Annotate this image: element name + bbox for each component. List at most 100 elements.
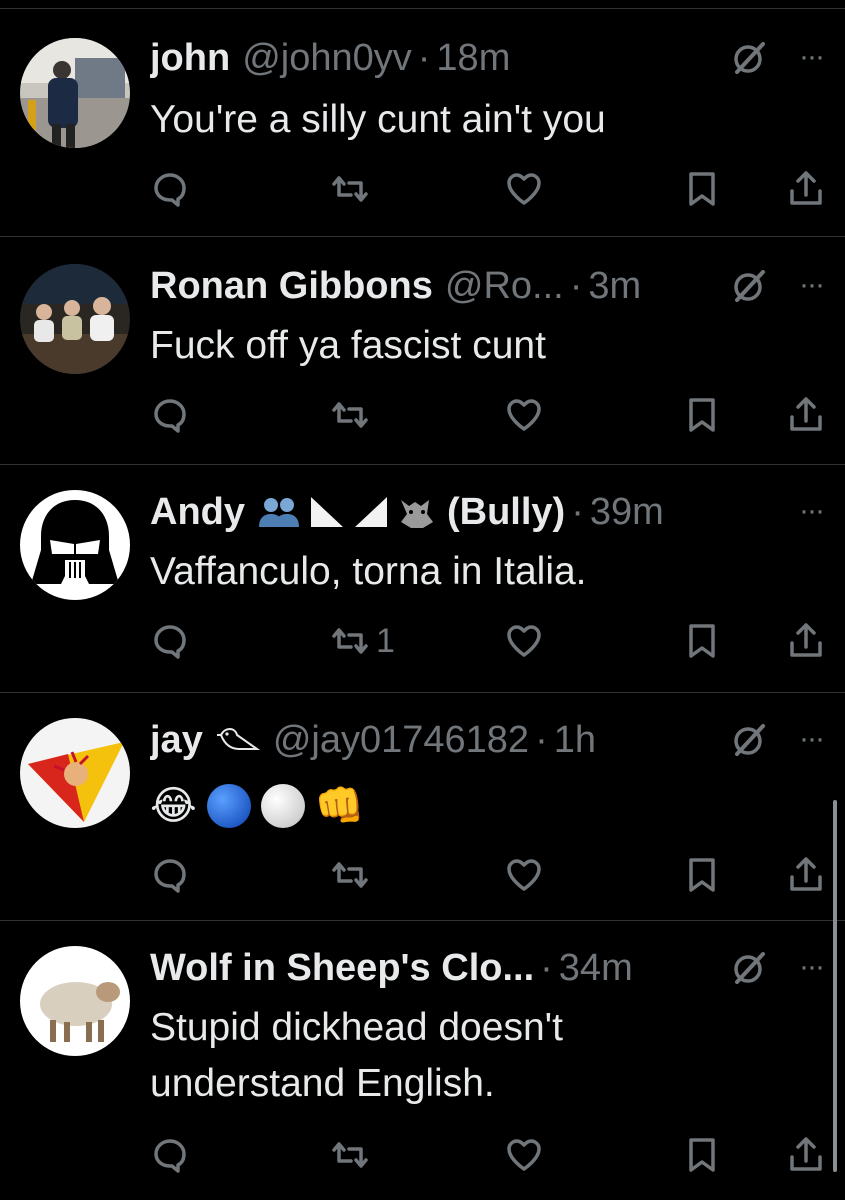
bookmark-button[interactable]: [682, 392, 722, 438]
reply-icon: [154, 399, 186, 433]
tweet-divider: [0, 236, 845, 237]
share-icon: [790, 397, 822, 431]
triangle-right-icon: [355, 497, 387, 527]
reply-button[interactable]: [150, 1132, 190, 1178]
reply-button[interactable]: [150, 166, 190, 212]
reply-button[interactable]: [150, 852, 190, 898]
bookmark-icon: [689, 172, 715, 206]
share-button[interactable]: [786, 618, 826, 664]
tweet-text-line: understand English.: [150, 1062, 495, 1105]
tweet-header: john @john0yv · 18m: [150, 36, 725, 80]
reply-tweet[interactable]: jay @jay01746182 · 1h ··· 😂 👊: [0, 718, 845, 918]
bookmark-button[interactable]: [682, 618, 722, 664]
bookmark-button[interactable]: [682, 852, 722, 898]
display-name[interactable]: john: [150, 37, 230, 80]
avatar[interactable]: [20, 946, 130, 1056]
reply-tweet[interactable]: Andy (Bully) · 39m ··· Vaffanculo, torna…: [0, 490, 845, 690]
reply-tweet[interactable]: Ronan Gibbons @Ro... · 3m ··· Fuck off y…: [0, 264, 845, 464]
display-name[interactable]: jay: [150, 719, 203, 762]
action-bar: [150, 1132, 825, 1178]
display-name[interactable]: Andy: [150, 491, 245, 534]
action-bar: [150, 392, 825, 438]
scrollbar[interactable]: [833, 800, 837, 1172]
timestamp[interactable]: 1h: [554, 719, 596, 762]
like-button[interactable]: [504, 166, 544, 212]
like-button[interactable]: [504, 392, 544, 438]
reply-tweet[interactable]: john @john0yv · 18m ··· You're a silly c…: [0, 36, 845, 236]
like-button[interactable]: [504, 852, 544, 898]
heart-icon: [507, 173, 541, 205]
bird-emoji-badge: [215, 723, 261, 757]
retweet-button[interactable]: [330, 166, 376, 212]
reply-button[interactable]: [150, 392, 190, 438]
timestamp[interactable]: 3m: [588, 265, 641, 308]
share-icon: [790, 857, 822, 891]
tweet-text: Vaffanculo, torna in Italia.: [150, 550, 587, 593]
bookmark-icon: [689, 624, 715, 658]
like-button[interactable]: [504, 618, 544, 664]
retweet-button[interactable]: [330, 852, 376, 898]
share-button[interactable]: [786, 166, 826, 212]
retweet-icon: [332, 176, 368, 202]
separator-dot: ·: [569, 264, 583, 307]
reply-icon: [154, 173, 186, 207]
retweet-button[interactable]: 1: [330, 618, 395, 664]
avatar[interactable]: [20, 490, 130, 600]
retweet-icon: [332, 1142, 368, 1168]
like-button[interactable]: [504, 1132, 544, 1178]
tweet-text: You're a silly cunt ain't you: [150, 98, 606, 141]
grok-icon[interactable]: [731, 950, 767, 986]
share-button[interactable]: [786, 392, 826, 438]
tweet-header: Wolf in Sheep's Clo... · 34m: [150, 946, 725, 990]
avatar[interactable]: [20, 38, 130, 148]
share-icon: [790, 171, 822, 205]
action-bar: [150, 166, 825, 212]
tweet-text: Fuck off ya fascist cunt: [150, 324, 546, 367]
handle[interactable]: @jay01746182: [273, 719, 529, 762]
reply-tweet[interactable]: Wolf in Sheep's Clo... · 34m ··· Stupid …: [0, 946, 845, 1200]
bookmark-icon: [689, 1138, 715, 1172]
grok-icon[interactable]: [731, 40, 767, 76]
heart-icon: [507, 625, 541, 657]
bookmark-button[interactable]: [682, 1132, 722, 1178]
reply-button[interactable]: [150, 618, 190, 664]
tweet-text-line: Stupid dickhead doesn't: [150, 1006, 563, 1049]
tweet-divider: [0, 464, 845, 465]
display-name[interactable]: Wolf in Sheep's Clo...: [150, 947, 534, 990]
bookmark-button[interactable]: [682, 166, 722, 212]
more-options-button[interactable]: ···: [799, 270, 825, 300]
action-bar: 1: [150, 618, 825, 664]
timestamp[interactable]: 39m: [590, 491, 664, 534]
share-button[interactable]: [786, 1132, 826, 1178]
retweet-button[interactable]: [330, 392, 376, 438]
reply-icon: [154, 859, 186, 893]
reply-icon: [154, 625, 186, 659]
laughing-emoji: 😂: [150, 784, 197, 828]
handle[interactable]: @john0yv: [242, 37, 412, 80]
more-options-button[interactable]: ···: [799, 724, 825, 754]
timestamp[interactable]: 18m: [436, 37, 510, 80]
triangle-left-icon: [311, 497, 343, 527]
display-name-suffix[interactable]: (Bully): [447, 491, 565, 534]
more-options-button[interactable]: ···: [799, 496, 825, 526]
grok-icon[interactable]: [731, 722, 767, 758]
retweet-button[interactable]: [330, 1132, 376, 1178]
avatar[interactable]: [20, 718, 130, 828]
separator-dot: ·: [535, 718, 548, 761]
heart-icon: [507, 859, 541, 891]
retweet-count: 1: [376, 621, 395, 660]
timestamp[interactable]: 34m: [559, 947, 633, 990]
separator-dot: ·: [417, 36, 431, 79]
more-options-button[interactable]: ···: [799, 952, 825, 982]
tweet-header: Andy (Bully) · 39m: [150, 490, 755, 534]
share-icon: [790, 623, 822, 657]
avatar[interactable]: [20, 264, 130, 374]
display-name[interactable]: Ronan Gibbons: [150, 265, 433, 308]
more-options-button[interactable]: ···: [799, 42, 825, 72]
grok-icon[interactable]: [731, 268, 767, 304]
name-emoji-badges: [257, 494, 437, 530]
handle[interactable]: @Ro...: [445, 265, 564, 308]
separator-dot: ·: [540, 946, 553, 989]
share-button[interactable]: [786, 852, 826, 898]
reply-icon: [154, 1139, 186, 1173]
